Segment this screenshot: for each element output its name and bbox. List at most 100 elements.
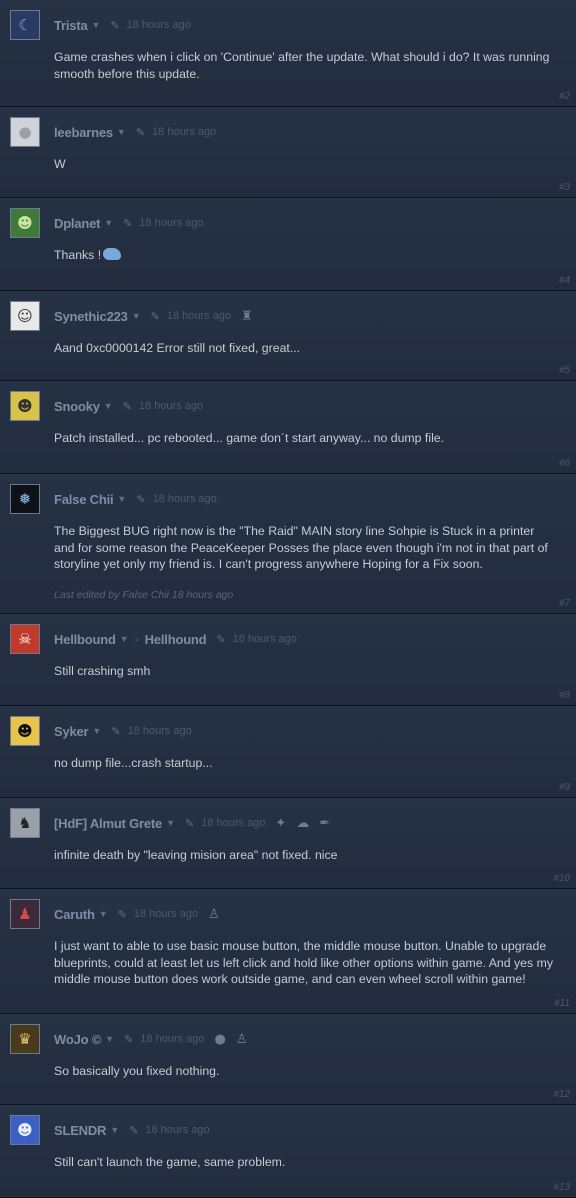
chevron-down-icon[interactable]: ▼ [92,726,101,736]
author-name[interactable]: leebarnes [54,125,113,140]
comment-text: no dump file...crash startup... [54,756,213,770]
author-name[interactable]: False Chii [54,492,114,507]
timestamp: 18 hours ago [152,126,217,138]
comment: ☻ SLENDR ▼ ✎ 18 hours ago Still can't la… [0,1105,576,1198]
avatar[interactable]: ❅ [10,484,40,514]
avatar[interactable]: ☻ [10,1115,40,1145]
avatar[interactable]: ♟ [10,899,40,929]
comment-text: infinite death by "leaving mision area" … [54,848,338,862]
tag-icon: ✎ [184,817,195,830]
comment-number[interactable]: #11 [554,998,570,1009]
chevron-down-icon[interactable]: ▼ [132,311,141,321]
badge-icon: ✒ [319,815,331,831]
comment-header: ☺ Synethic223 ▼ ✎ 18 hours ago ♜ [10,301,564,331]
comment: ☻ Snooky ▼ ✎ 18 hours ago Patch installe… [0,381,576,474]
chevron-down-icon[interactable]: ▼ [104,401,113,411]
timestamp: 18 hours ago [139,217,204,229]
author-name[interactable]: SLENDR [54,1123,106,1138]
comment: ☠ Hellbound ▼ - Hellhound ✎ 18 hours ago… [0,614,576,706]
tag-icon: ✎ [129,1124,139,1137]
comment-header: ☻ SLENDR ▼ ✎ 18 hours ago [10,1115,564,1145]
badge-icon: ♙ [235,1031,248,1047]
comment-text: I just want to able to use basic mouse b… [54,939,553,986]
tag-icon: ✎ [123,217,133,230]
chevron-down-icon[interactable]: ▼ [105,1034,114,1044]
comment-text: Still can't launch the game, same proble… [54,1155,286,1169]
timestamp: 18 hours ago [140,1033,205,1045]
comment: ❅ False Chii ▼ ✎ 18 hours ago The Bigges… [0,474,576,614]
comment-number[interactable]: #8 [559,690,570,701]
comment-number[interactable]: #13 [553,1182,570,1193]
comment-text: Patch installed... pc rebooted... game d… [54,431,445,445]
comment-number[interactable]: #2 [559,91,570,102]
avatar[interactable]: ☠ [10,624,40,654]
chevron-down-icon[interactable]: ▼ [166,818,175,828]
comment-number[interactable]: #5 [559,365,570,376]
edited-time: 18 hours ago [171,588,234,601]
avatar[interactable]: ☾ [10,10,40,40]
comment: ● leebarnes ▼ ✎ 18 hours ago W #3 [0,107,576,198]
comment-number[interactable]: #7 [559,598,570,609]
author-name[interactable]: Caruth [54,907,95,922]
tag-icon: ✎ [124,1033,134,1046]
avatar[interactable]: ● [10,117,40,147]
badge-icon: ● [214,1031,226,1047]
chevron-down-icon[interactable]: ▼ [91,20,100,30]
chevron-down-icon[interactable]: ▼ [117,127,126,137]
author-name[interactable]: Snooky [54,399,100,414]
comment-number[interactable]: #6 [559,458,570,469]
badge-icon: ✦ [275,815,287,831]
chevron-down-icon[interactable]: ▼ [99,909,108,919]
timestamp: 18 hours ago [166,310,232,322]
badge-icon: ♙ [208,906,220,922]
timestamp: 18 hours ago [152,493,217,505]
comment-header: ♟ Caruth ▼ ✎ 18 hours ago ♙ [10,899,564,929]
avatar[interactable]: ☻ [10,391,40,421]
author-name[interactable]: WoJo © [54,1032,101,1047]
comment-number[interactable]: #3 [559,182,570,193]
avatar[interactable]: ☻ [10,208,40,238]
avatar[interactable]: ♛ [10,1024,40,1054]
tag-icon: ✎ [136,493,146,506]
separator: - [134,632,139,646]
avatar[interactable]: ☺ [10,301,40,331]
comment-header: ☾ Trista ▼ ✎ 18 hours ago [10,10,564,40]
edited-author[interactable]: False Chii [122,589,169,601]
comment-header: ♛ WoJo © ▼ ✎ 18 hours ago ● ♙ [10,1024,564,1054]
avatar[interactable]: ☻ [10,716,40,746]
comment: ☻ Dplanet ▼ ✎ 18 hours ago Thanks ! #4 [0,198,576,291]
thumbs-up-emoji-icon [103,248,122,260]
edited-note: Last edited by False Chii 18 hours ago [54,589,564,601]
comment-number[interactable]: #4 [559,275,570,286]
timestamp: 18 hours ago [145,1124,210,1136]
chevron-down-icon[interactable]: ▼ [104,218,113,228]
chevron-down-icon[interactable]: ▼ [117,494,126,504]
comment-text: Thanks ! [54,238,564,264]
comment: ♟ Caruth ▼ ✎ 18 hours ago ♙ I just want … [0,889,576,1014]
author-name[interactable]: Synethic223 [54,309,128,324]
author-name[interactable]: Trista [54,18,88,33]
comment-number[interactable]: #10 [553,873,570,884]
avatar[interactable]: ♞ [10,808,40,838]
tag-icon: ✎ [117,908,127,921]
timestamp: 18 hours ago [138,400,204,412]
timestamp: 18 hours ago [201,817,266,829]
comment-number[interactable]: #9 [559,782,570,793]
author-name[interactable]: Syker [54,724,89,739]
tag-icon: ✎ [216,633,226,646]
timestamp: 18 hours ago [232,633,297,645]
comment-thread: ☾ Trista ▼ ✎ 18 hours ago Game crashes w… [0,0,576,1198]
author-alias[interactable]: Hellhound [145,632,207,647]
comment-header: ☻ Syker ▼ ✎ 18 hours ago [10,716,564,746]
tag-icon: ✎ [111,725,121,738]
comment-text-content: Thanks ! [54,248,102,262]
author-name[interactable]: [HdF] Almut Grete [54,816,162,831]
author-name[interactable]: Hellbound [54,632,116,647]
timestamp: 18 hours ago [127,725,192,737]
chevron-down-icon[interactable]: ▼ [110,1125,119,1135]
author-name[interactable]: Dplanet [54,216,100,231]
comment-text: So basically you fixed nothing. [54,1064,220,1078]
tag-icon: ✎ [150,310,160,323]
chevron-down-icon[interactable]: ▼ [120,634,129,644]
comment-number[interactable]: #12 [553,1089,570,1100]
